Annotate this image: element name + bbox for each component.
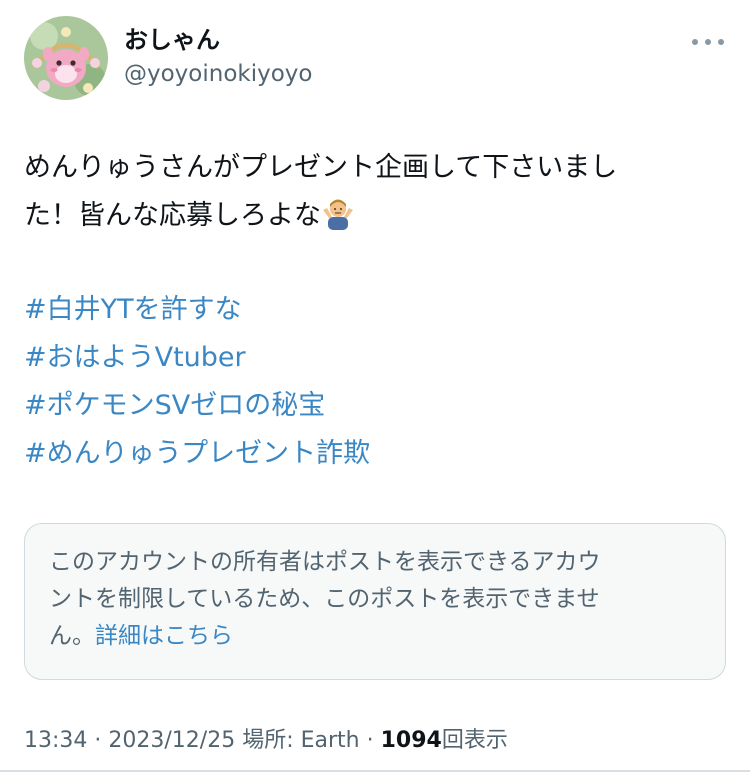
tweet-metadata: 13:34 · 2023/12/25 場所: Earth · 1094回表示: [24, 724, 508, 758]
more-dots-icon: [692, 39, 698, 45]
user-handle[interactable]: @yoyoinokiyoyo: [124, 58, 312, 90]
post-date[interactable]: 2023/12/25: [108, 728, 235, 753]
post-time[interactable]: 13:34: [24, 728, 87, 753]
author-names: おしゃん @yoyoinokiyoyo: [124, 24, 312, 90]
notice-line: ん。: [49, 623, 95, 649]
notice-line-with-link: ん。詳細はこちら: [49, 618, 701, 655]
separator: ·: [359, 728, 381, 753]
tweet-header: おしゃん @yoyoinokiyoyo: [24, 16, 726, 102]
more-dots-icon: [705, 39, 711, 45]
learn-more-link[interactable]: 詳細はこちら: [95, 623, 233, 649]
hashtag-list: #白井YTを許すな #おはようVtuber #ポケモンSVゼロの秘宝 #めんりゅ…: [24, 286, 714, 478]
tweet-text-line-with-emoji: た！皆んな応募しろよな: [24, 192, 704, 240]
notice-text: このアカウントの所有者はポストを表示できるアカウ ントを制限しているため、このポ…: [49, 544, 701, 655]
avatar[interactable]: [24, 16, 108, 100]
hashtag-link[interactable]: #ポケモンSVゼロの秘宝: [24, 382, 714, 430]
hashtag-link[interactable]: #おはようVtuber: [24, 334, 714, 382]
more-options-button[interactable]: [690, 32, 726, 52]
view-count: 1094: [380, 728, 442, 753]
hashtag-link[interactable]: #白井YTを許すな: [24, 286, 714, 334]
notice-line: ントを制限しているため、このポストを表示できませ: [49, 586, 600, 612]
tweet-text-line: た！皆んな応募しろよな: [24, 200, 321, 231]
notice-line: このアカウントの所有者はポストを表示できるアカウ: [49, 549, 601, 575]
post-location: 場所: Earth: [242, 728, 360, 753]
tweet-text-line: めんりゅうさんがプレゼント企画して下さいまし: [24, 152, 618, 183]
hashtag-link[interactable]: #めんりゅうプレゼント詐欺: [24, 430, 714, 478]
display-name[interactable]: おしゃん: [124, 24, 312, 56]
tweet-text: めんりゅうさんがプレゼント企画して下さいまし た！皆んな応募しろよな: [24, 144, 704, 240]
restricted-post-notice: このアカウントの所有者はポストを表示できるアカウ ントを制限しているため、このポ…: [24, 523, 726, 680]
separator: ·: [87, 728, 109, 753]
view-label: 回表示: [441, 728, 508, 753]
person-shrugging-emoji-icon: [323, 199, 353, 230]
more-dots-icon: [718, 39, 724, 45]
pink-character-avatar-icon: [24, 16, 108, 100]
